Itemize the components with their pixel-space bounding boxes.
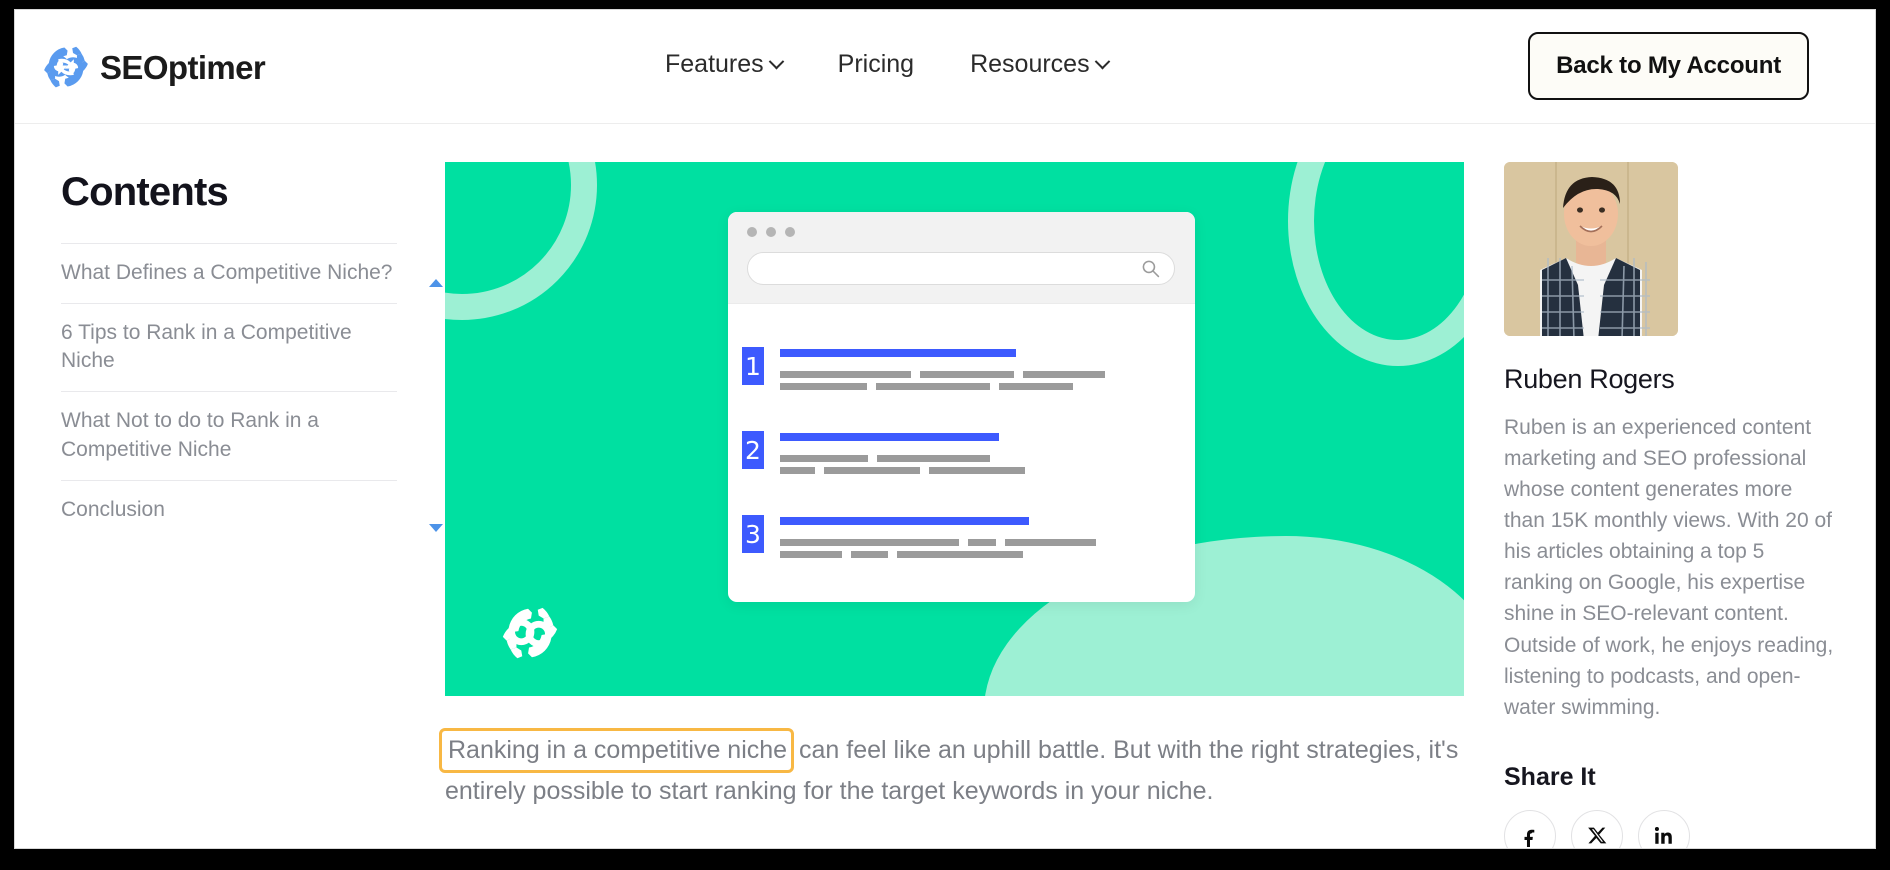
snippet-line: [780, 455, 1025, 462]
snippet-segment: [780, 455, 868, 462]
window-dot: [785, 227, 795, 237]
share-x-twitter-button[interactable]: [1571, 809, 1623, 848]
share-facebook-button[interactable]: [1504, 809, 1556, 848]
share-links: [1504, 809, 1844, 848]
browser-chrome-bar: [728, 212, 1195, 304]
result-placeholder-lines: [780, 431, 1025, 479]
x-twitter-icon: [1587, 827, 1606, 844]
rank-badge: 2: [742, 431, 764, 469]
contents-list: What Defines a Competitive Niche? 6 Tips…: [61, 243, 443, 540]
search-result-row: 1: [742, 347, 1195, 395]
back-to-my-account-button[interactable]: Back to My Account: [1528, 32, 1809, 100]
snippet-segment: [877, 455, 990, 462]
snippet-segment: [1005, 539, 1096, 546]
hero-illustration: 1 2 3: [445, 162, 1464, 696]
chevron-down-icon: [1094, 53, 1110, 70]
snippet-line: [780, 371, 1105, 378]
snippet-segment: [1023, 371, 1105, 378]
site-header: SEOptimer Features Pricing Resources Bac…: [15, 10, 1875, 124]
nav-item-resources[interactable]: Resources: [970, 50, 1110, 78]
toc-item-3[interactable]: Conclusion: [61, 479, 397, 540]
logo-wordmark: SEOptimer: [100, 48, 266, 86]
rank-badge: 3: [742, 515, 764, 553]
result-placeholder-lines: [780, 515, 1096, 563]
nav-item-features[interactable]: Features: [665, 50, 784, 78]
snippet-segment: [780, 371, 911, 378]
snippet-segment: [968, 539, 996, 546]
facebook-icon: [1524, 829, 1535, 847]
window-dot: [747, 227, 757, 237]
window-control-dots: [747, 227, 795, 237]
result-title-bar: [780, 517, 1029, 525]
snippet-segment: [780, 467, 815, 474]
snippet-segment: [897, 551, 1023, 558]
nav-item-pricing[interactable]: Pricing: [838, 52, 914, 77]
main-navigation: Features Pricing Resources: [665, 50, 1110, 78]
toc-item-2[interactable]: What Not to do to Rank in a Competitive …: [61, 391, 397, 479]
snippet-line: [780, 467, 1025, 474]
triangle-down-icon[interactable]: [429, 523, 443, 532]
linkedin-icon: [1654, 826, 1672, 844]
browser-viewport: SEOptimer Features Pricing Resources Bac…: [14, 9, 1876, 849]
decorative-arc-right: [1288, 162, 1464, 366]
rank-badge: 1: [742, 347, 764, 385]
browser-window-mockup: 1 2 3: [728, 212, 1195, 602]
share-linkedin-button[interactable]: [1638, 809, 1690, 848]
snippet-segment: [780, 539, 959, 546]
highlighted-phrase[interactable]: Ranking in a competitive niche: [439, 728, 795, 773]
toc-item-0[interactable]: What Defines a Competitive Niche?: [61, 243, 397, 303]
search-result-row: 2: [742, 431, 1195, 479]
nav-label: Pricing: [837, 50, 915, 78]
site-logo[interactable]: SEOptimer: [41, 42, 266, 92]
article-intro-paragraph: Ranking in a competitive niche can feel …: [439, 728, 1465, 812]
nav-label: Resources: [970, 50, 1090, 78]
search-result-row: 3: [742, 515, 1195, 563]
snippet-segment: [876, 383, 990, 390]
decorative-arc-left: [445, 162, 597, 320]
mock-search-results: 1 2 3: [728, 304, 1195, 563]
chevron-down-icon: [768, 53, 784, 70]
seoptimer-gear-logo-icon: [41, 42, 91, 92]
snippet-segment: [780, 551, 842, 558]
mock-search-input: [747, 252, 1175, 285]
result-title-bar: [780, 433, 999, 441]
nav-label: Features: [665, 50, 764, 78]
snippet-segment: [920, 371, 1014, 378]
author-name: Ruben Rogers: [1504, 364, 1675, 394]
screenshot-frame: SEOptimer Features Pricing Resources Bac…: [0, 0, 1890, 870]
snippet-line: [780, 383, 1105, 390]
author-sidebar: Ruben Rogers Ruben is an experienced con…: [1504, 162, 1844, 848]
avatar: [1504, 162, 1844, 336]
snippet-line: [780, 539, 1096, 546]
snippet-segment: [929, 467, 1025, 474]
snippet-segment: [824, 467, 920, 474]
magnifier-icon: [1142, 260, 1160, 278]
snippet-segment: [999, 383, 1073, 390]
seoptimer-gear-logo-white-icon: [499, 602, 561, 664]
result-title-bar: [780, 349, 1016, 357]
contents-title: Contents: [61, 170, 229, 214]
triangle-up-icon[interactable]: [429, 279, 443, 287]
author-bio: Ruben is an experienced content marketin…: [1504, 416, 1834, 719]
share-section-title: Share It: [1504, 762, 1596, 791]
window-dot: [766, 227, 776, 237]
snippet-line: [780, 551, 1096, 558]
snippet-segment: [780, 383, 867, 390]
toc-item-1[interactable]: 6 Tips to Rank in a Competitive Niche: [61, 303, 397, 391]
result-placeholder-lines: [780, 347, 1105, 395]
snippet-segment: [851, 551, 888, 558]
contents-sidebar: Contents What Defines a Competitive Nich…: [61, 170, 443, 540]
